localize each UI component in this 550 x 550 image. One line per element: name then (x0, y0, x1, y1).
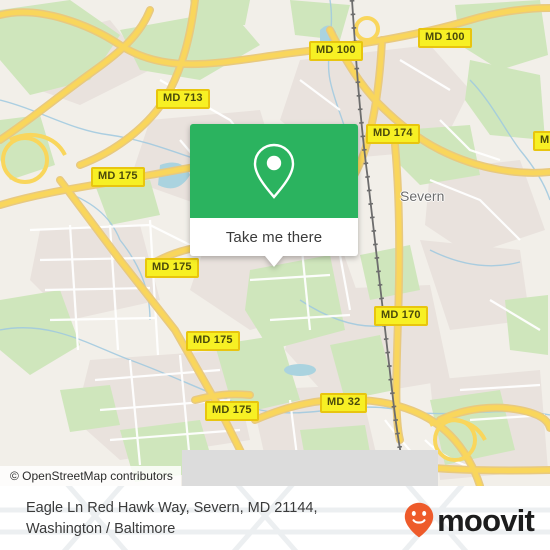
map-grey-overlay-block (182, 450, 438, 486)
road-shield-md-100-a[interactable]: MD 100 (309, 41, 363, 61)
moovit-wordmark: moovit (437, 502, 535, 538)
road-shield-md-edge[interactable]: MD (533, 131, 550, 151)
road-shield-md-174[interactable]: MD 174 (366, 124, 420, 144)
location-popup[interactable]: Take me there (190, 124, 358, 267)
address-block: Eagle Ln Red Hawk Way, Severn, MD 21144,… (26, 498, 396, 540)
road-shield-md-713[interactable]: MD 713 (156, 89, 210, 109)
address-line-1: Eagle Ln Red Hawk Way, Severn, MD 21144, (26, 500, 318, 516)
moovit-pin-smiley-icon (404, 502, 434, 538)
popup-tail (265, 256, 283, 267)
road-shield-md-32[interactable]: MD 32 (320, 393, 368, 413)
osm-attribution[interactable]: © OpenStreetMap contributors (0, 466, 181, 486)
map-pin-icon (253, 143, 295, 199)
footer-bar: Eagle Ln Red Hawk Way, Severn, MD 21144,… (0, 486, 550, 550)
road-shield-md-175-d[interactable]: MD 175 (205, 401, 259, 421)
moovit-logo[interactable]: moovit (404, 502, 535, 538)
road-shield-md-175-b[interactable]: MD 175 (145, 258, 199, 278)
map-canvas[interactable]: Severn MD 100 MD 100 MD 713 MD 174 MD MD… (0, 0, 550, 486)
map-share-card: Severn MD 100 MD 100 MD 713 MD 174 MD MD… (0, 0, 550, 550)
osm-attribution-text: © OpenStreetMap contributors (10, 469, 173, 483)
road-shield-md-175-a[interactable]: MD 175 (91, 167, 145, 187)
place-label-severn: Severn (400, 188, 445, 204)
road-shield-md-175-c[interactable]: MD 175 (186, 331, 240, 351)
road-shield-md-100-b[interactable]: MD 100 (418, 28, 472, 48)
address-line-2: Washington / Baltimore (26, 521, 176, 537)
popup-header (190, 124, 358, 218)
take-me-there-button[interactable]: Take me there (190, 218, 358, 267)
take-me-there-label: Take me there (225, 228, 323, 246)
road-shield-md-170[interactable]: MD 170 (374, 306, 428, 326)
